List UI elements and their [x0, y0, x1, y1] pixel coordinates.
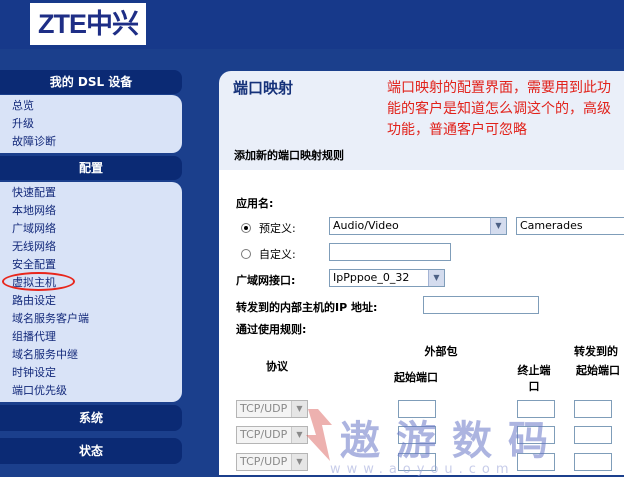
nav-item-multicast-proxy[interactable]: 组播代理 [12, 328, 56, 346]
external-end-port-row-3[interactable] [517, 453, 555, 471]
forward-start-port-row-2[interactable] [574, 426, 612, 444]
sidebar-panel-dsl-device: 总览 升级 故障诊断 [0, 95, 182, 153]
external-packet-header: 外部包 [424, 345, 458, 358]
chevron-down-icon: ▼ [291, 401, 307, 417]
nav-item-diagnostics[interactable]: 故障诊断 [12, 133, 56, 151]
section-title: 添加新的端口映射规则 [234, 149, 344, 162]
top-header: ZTE中兴 [0, 0, 624, 49]
sidebar-header-config[interactable]: 配置 [0, 156, 182, 180]
forward-start-port-header: 起始端口 [576, 364, 620, 377]
nav-item-wan[interactable]: 广域网络 [12, 220, 56, 238]
sidebar-header-status[interactable]: 状态 [0, 438, 182, 464]
annotation-note: 端口映射的配置界面，需要用到此功能的客户是知道怎么调这个的，高级功能，普通客户可… [387, 80, 611, 138]
nav-item-clock[interactable]: 时钟设定 [12, 364, 56, 382]
chevron-down-icon: ▼ [291, 454, 307, 470]
select-value: Audio/Video [333, 219, 399, 232]
select-value: TCP/UDP [240, 428, 288, 441]
zte-logo: ZTE中兴 [30, 3, 146, 45]
nav-item-upgrade[interactable]: 升级 [12, 115, 34, 133]
port-mapping-form: 应用名: 预定义: Audio/Video ▼ Camerades 自定义: 广… [219, 170, 624, 475]
highlight-ring [2, 272, 75, 291]
main-content: 端口映射 端口映射的配置界面，需要用到此功能的客户是知道怎么调这个的，高级功能，… [190, 49, 624, 475]
select-value: TCP/UDP [240, 455, 288, 468]
chevron-down-icon: ▼ [428, 270, 444, 286]
external-start-port-row-2[interactable] [398, 426, 436, 444]
external-end-port-row-1[interactable] [517, 400, 555, 418]
logo-text: ZTE中兴 [38, 9, 139, 39]
wan-interface-label: 广域网接口: [236, 274, 296, 287]
sidebar-header-dsl-device[interactable]: 我的 DSL 设备 [0, 70, 182, 94]
protocol-select-row-2[interactable]: TCP/UDP ▼ [236, 426, 308, 444]
external-end-port-header: 终止端口 [517, 364, 551, 393]
protocol-select-row-1[interactable]: TCP/UDP ▼ [236, 400, 308, 418]
nav-item-dns-client[interactable]: 域名服务客户端 [12, 310, 89, 328]
forward-header: 转发到的 [574, 345, 618, 358]
protocol-header: 协议 [266, 360, 288, 373]
external-start-port-row-1[interactable] [398, 400, 436, 418]
internal-ip-label: 转发到的内部主机的IP 地址: [236, 301, 378, 314]
predefined-radio[interactable] [241, 223, 251, 233]
custom-name-input[interactable] [329, 243, 451, 261]
internal-ip-input[interactable] [423, 296, 539, 314]
nav-item-port-priority[interactable]: 端口优先级 [12, 382, 67, 400]
predefined-app-select[interactable]: Camerades [516, 217, 624, 235]
custom-label: 自定义: [259, 248, 296, 261]
chevron-down-icon: ▼ [291, 427, 307, 443]
select-value: Camerades [520, 219, 583, 232]
protocol-select-row-3[interactable]: TCP/UDP ▼ [236, 453, 308, 471]
nav-item-dns-relay[interactable]: 域名服务中继 [12, 346, 78, 364]
sidebar-panel-config: 快速配置 本地网络 广域网络 无线网络 安全配置 虚拟主机 路由设定 域名服务客… [0, 182, 182, 402]
title-panel: 端口映射 端口映射的配置界面，需要用到此功能的客户是知道怎么调这个的，高级功能，… [219, 71, 624, 179]
nav-item-quick-setup[interactable]: 快速配置 [12, 184, 56, 202]
nav-item-wireless[interactable]: 无线网络 [12, 238, 56, 256]
page-title: 端口映射 [233, 79, 294, 97]
sidebar: 我的 DSL 设备 总览 升级 故障诊断 配置 快速配置 本地网络 广域网络 无… [0, 49, 190, 475]
rules-label: 通过使用规则: [236, 323, 307, 336]
nav-item-overview[interactable]: 总览 [12, 97, 34, 115]
nav-item-local-network[interactable]: 本地网络 [12, 202, 56, 220]
external-start-port-row-3[interactable] [398, 453, 436, 471]
external-end-port-row-2[interactable] [517, 426, 555, 444]
custom-radio[interactable] [241, 249, 251, 259]
forward-start-port-row-3[interactable] [574, 453, 612, 471]
select-value: TCP/UDP [240, 402, 288, 415]
forward-start-port-row-1[interactable] [574, 400, 612, 418]
predefined-category-select[interactable]: Audio/Video ▼ [329, 217, 507, 235]
nav-item-routing[interactable]: 路由设定 [12, 292, 56, 310]
app-name-label: 应用名: [236, 197, 274, 210]
wan-interface-select[interactable]: IpPppoe_0_32 ▼ [329, 269, 445, 287]
select-value: IpPppoe_0_32 [333, 271, 410, 284]
chevron-down-icon: ▼ [490, 218, 506, 234]
predefined-label: 预定义: [259, 222, 296, 235]
sidebar-header-system[interactable]: 系统 [0, 405, 182, 431]
external-start-port-header: 起始端口 [394, 371, 438, 384]
